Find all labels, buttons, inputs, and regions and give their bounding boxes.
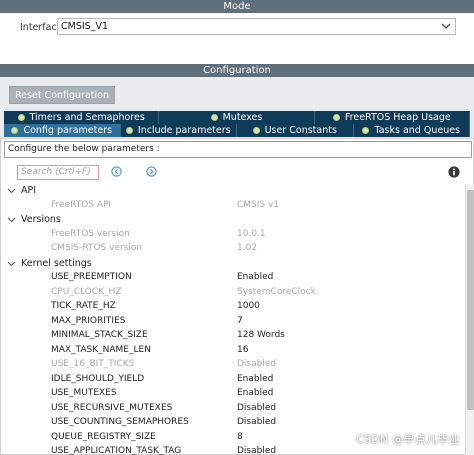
parameter-tree: API FreeRTOS API CMSIS v1 Versions FreeR… — [1, 184, 465, 455]
param-value: SystemCoreClock — [237, 286, 316, 297]
tab-tasks-and-queues[interactable]: Tasks and Queues — [353, 124, 470, 137]
param-value: 1.02 — [237, 243, 258, 253]
tab-label: User Constants — [264, 125, 337, 136]
param-name: MAX_TASK_NAME_LEN — [51, 344, 151, 355]
tab-status-dot-icon — [125, 127, 133, 134]
parameters-content: Configure the below parameters : Search … — [0, 138, 474, 455]
tab-label: Config parameters — [23, 125, 113, 136]
tab-label: Tasks and Queues — [374, 125, 461, 136]
tab-user-constants[interactable]: User Constants — [237, 124, 354, 137]
param-row[interactable]: USE_COUNTING_SEMAPHORES Disabled — [1, 416, 465, 431]
chevron-down-icon[interactable] — [441, 21, 451, 31]
param-value: Enabled — [237, 272, 274, 282]
param-name: USE_COUNTING_SEMAPHORES — [51, 417, 189, 427]
tab-freertos-heap-usage[interactable]: FreeRTOS Heap Usage — [314, 111, 470, 124]
param-value: 1000 — [237, 301, 260, 311]
group-row-api[interactable]: API — [1, 184, 465, 199]
mode-header: Mode — [0, 0, 474, 13]
tab-status-dot-icon — [362, 127, 370, 134]
tab-status-dot-icon — [332, 114, 340, 121]
param-value: 16 — [237, 344, 249, 355]
configuration-header: Configuration — [0, 64, 474, 77]
param-row[interactable]: MAX_TASK_NAME_LEN 16 — [1, 344, 465, 359]
reset-configuration-button[interactable]: Reset Configuration — [9, 86, 115, 104]
tab-label: FreeRTOS Heap Usage — [344, 112, 451, 123]
param-name: CMSIS-RTOS version — [51, 243, 143, 253]
param-name: CPU_CLOCK_HZ — [51, 286, 122, 297]
search-input[interactable]: Search (Crtl+F) — [17, 165, 99, 180]
tab-status-dot-icon — [210, 114, 218, 121]
tab-label: Mutexes — [222, 112, 263, 123]
param-row[interactable]: USE_16_BIT_TICKS Disabled — [1, 358, 465, 373]
param-value: Enabled — [237, 373, 274, 384]
watermark: CSDN @早点儿毕业 — [356, 433, 461, 446]
param-row[interactable]: MINIMAL_STACK_SIZE 128 Words — [1, 329, 465, 344]
param-name: QUEUE_REGISTRY_SIZE — [51, 431, 156, 442]
param-value: 128 Words — [237, 330, 285, 340]
param-value: Disabled — [237, 359, 277, 369]
param-row[interactable]: CPU_CLOCK_HZ SystemCoreClock — [1, 286, 465, 301]
param-row[interactable]: IDLE_SHOULD_YIELD Enabled — [1, 373, 465, 388]
param-value: Disabled — [237, 402, 277, 413]
tab-status-dot-icon — [11, 127, 19, 134]
chevron-down-icon[interactable] — [7, 215, 16, 224]
tab-mutexes[interactable]: Mutexes — [159, 111, 315, 124]
tab-timers-and-semaphores[interactable]: Timers and Semaphores — [4, 111, 160, 124]
param-row[interactable]: TICK_RATE_HZ 1000 — [1, 300, 465, 315]
tab-row-1: Timers and Semaphores Mutexes FreeRTOS H… — [4, 111, 470, 124]
scrollbar-thumb[interactable] — [467, 190, 474, 410]
param-row[interactable]: USE_MUTEXES Enabled — [1, 387, 465, 402]
param-name: USE_APPLICATION_TASK_TAG — [51, 446, 182, 455]
param-value: 8 — [237, 431, 243, 442]
chevron-down-icon[interactable] — [7, 259, 16, 268]
param-value: Disabled — [237, 417, 277, 427]
param-value: Enabled — [237, 388, 274, 398]
param-name: USE_PREEMPTION — [51, 272, 132, 282]
param-row[interactable]: FreeRTOS API CMSIS v1 — [1, 199, 465, 214]
vertical-scrollbar[interactable] — [465, 184, 474, 455]
tab-row-2: Config parameters Include parameters Use… — [4, 124, 470, 137]
param-name: TICK_RATE_HZ — [51, 301, 116, 311]
tab-status-dot-icon — [252, 127, 260, 134]
chevron-down-icon[interactable] — [7, 186, 16, 195]
hint-box: Configure the below parameters : — [4, 141, 472, 158]
tab-config-parameters[interactable]: Config parameters — [4, 124, 121, 137]
tab-include-parameters[interactable]: Include parameters — [120, 124, 237, 137]
info-icon[interactable] — [448, 166, 460, 178]
search-placeholder: Search (Crtl+F) — [21, 167, 91, 177]
configuration-panel: Reset Configuration Timers and Semaphore… — [0, 77, 474, 455]
group-label: Kernel settings — [21, 257, 92, 269]
group-label: Versions — [21, 214, 61, 225]
param-row[interactable]: MAX_PRIORITIES 7 — [1, 315, 465, 330]
param-row[interactable]: USE_RECURSIVE_MUTEXES Disabled — [1, 402, 465, 417]
param-row[interactable]: FreeRTOS version 10.0.1 — [1, 228, 465, 243]
param-value: Disabled — [237, 446, 277, 455]
interface-select[interactable]: CMSIS_V1 — [57, 18, 456, 35]
param-name: MAX_PRIORITIES — [51, 315, 126, 326]
param-value: 10.0.1 — [237, 228, 266, 239]
param-name: MINIMAL_STACK_SIZE — [51, 330, 148, 340]
interface-select-value: CMSIS_V1 — [61, 21, 108, 32]
param-row[interactable]: CMSIS-RTOS version 1.02 — [1, 242, 465, 257]
param-value: 7 — [237, 315, 243, 326]
group-label: API — [21, 185, 37, 196]
param-name: FreeRTOS version — [51, 228, 130, 239]
mode-panel: Interface CMSIS_V1 — [0, 13, 474, 64]
tab-status-dot-icon — [17, 114, 25, 121]
param-name: USE_16_BIT_TICKS — [51, 359, 135, 369]
collapse-all-icon[interactable] — [146, 166, 157, 177]
tab-label: Timers and Semaphores — [29, 112, 145, 123]
group-row-versions[interactable]: Versions — [1, 213, 465, 228]
param-name: FreeRTOS API — [51, 199, 112, 210]
param-name: USE_RECURSIVE_MUTEXES — [51, 402, 173, 413]
group-row-kernel-settings[interactable]: Kernel settings — [1, 257, 465, 272]
param-row[interactable]: USE_PREEMPTION Enabled — [1, 271, 465, 286]
expand-all-icon[interactable] — [111, 166, 122, 177]
param-name: USE_MUTEXES — [51, 388, 117, 398]
param-value: CMSIS v1 — [237, 199, 280, 210]
param-name: IDLE_SHOULD_YIELD — [51, 373, 145, 384]
hint-text: Configure the below parameters : — [8, 144, 160, 154]
tab-label: Include parameters — [137, 125, 231, 136]
